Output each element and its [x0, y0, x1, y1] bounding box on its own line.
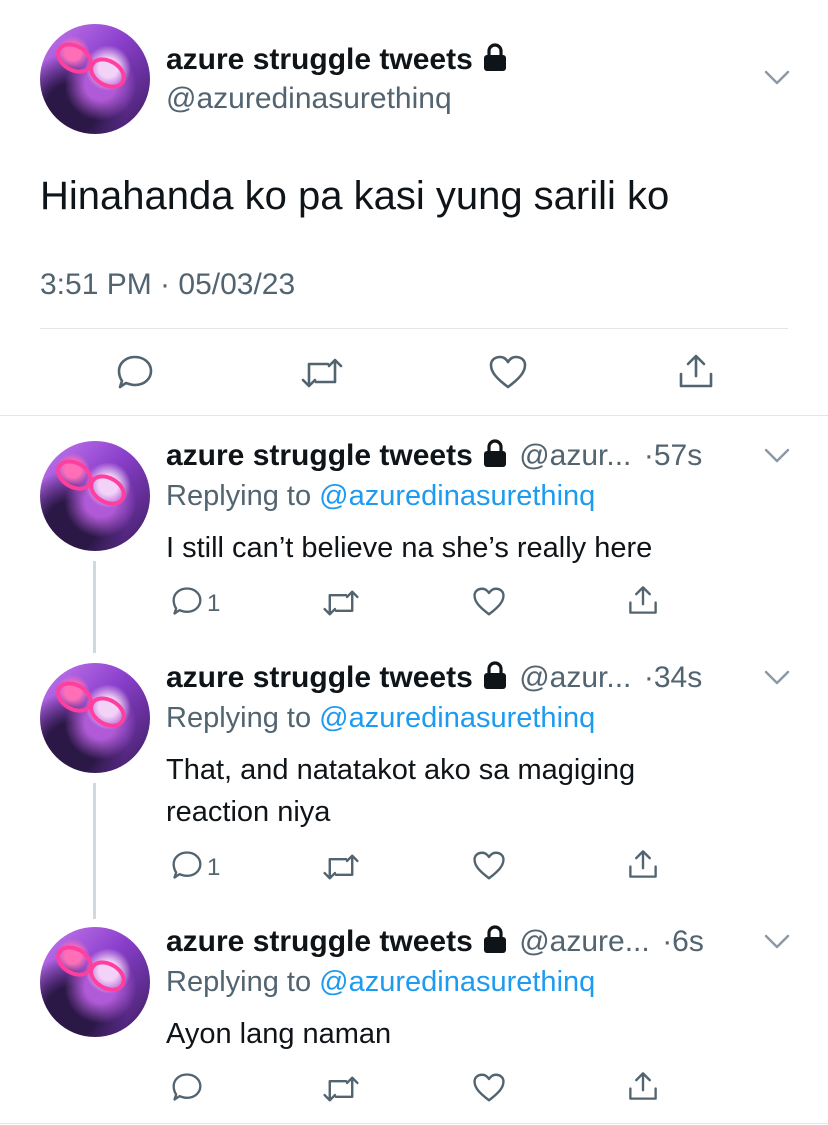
share-button[interactable]: [676, 352, 716, 390]
share-icon: [629, 586, 657, 614]
share-icon: [629, 1072, 657, 1100]
tweet-timestamp[interactable]: 3:51 PM · 05/03/23: [40, 268, 295, 302]
chevron-down-icon[interactable]: [764, 934, 790, 955]
reply-button[interactable]: [116, 354, 154, 390]
speech-bubble-icon: [172, 1073, 202, 1101]
reply-header: azure struggle tweets @azure... ·6s: [166, 924, 704, 959]
lock-icon: [481, 660, 509, 695]
chevron-down-icon[interactable]: [764, 448, 790, 469]
share-icon: [629, 850, 657, 878]
reply-button[interactable]: [171, 850, 203, 880]
reply-header: azure struggle tweets @azur... ·57s: [166, 438, 702, 473]
retweet-button[interactable]: [300, 356, 344, 390]
handle[interactable]: @azur...: [519, 661, 631, 694]
lock-icon: [481, 438, 509, 473]
share-button[interactable]: [626, 584, 660, 616]
thread-connector: [93, 561, 96, 653]
handle[interactable]: @azuredinasurethinq: [166, 82, 452, 116]
reply-button[interactable]: [171, 1072, 203, 1102]
display-name[interactable]: azure struggle tweets: [166, 42, 509, 80]
heart-icon: [473, 1073, 505, 1102]
like-button[interactable]: [472, 850, 506, 881]
share-button[interactable]: [626, 848, 660, 880]
like-button[interactable]: [472, 586, 506, 617]
replying-to: Replying to @azuredinasurethinq: [166, 966, 596, 998]
display-name[interactable]: azure struggle tweets: [166, 661, 473, 694]
speech-bubble-icon: [117, 355, 153, 389]
mention-link[interactable]: @azuredinasurethinq: [319, 966, 595, 998]
speech-bubble-icon: [172, 587, 202, 615]
reply-count: 1: [207, 590, 221, 617]
reply-button[interactable]: [171, 586, 203, 616]
retweet-icon: [301, 358, 343, 388]
relative-time[interactable]: ·6s: [662, 925, 704, 958]
retweet-icon: [323, 1076, 359, 1102]
retweet-button[interactable]: [322, 588, 360, 618]
mention-link[interactable]: @azuredinasurethinq: [319, 480, 595, 512]
replying-to: Replying to @azuredinasurethinq: [166, 702, 596, 734]
share-button[interactable]: [626, 1070, 660, 1102]
reply-text: Ayon lang naman: [166, 1018, 392, 1050]
avatar[interactable]: [40, 927, 150, 1037]
heart-icon: [473, 851, 505, 880]
avatar[interactable]: [40, 663, 150, 773]
thread-connector: [93, 783, 96, 919]
relative-time[interactable]: ·34s: [644, 661, 702, 694]
retweet-button[interactable]: [322, 1074, 360, 1104]
avatar[interactable]: [40, 24, 150, 134]
lock-icon: [481, 924, 509, 959]
mention-link[interactable]: @azuredinasurethinq: [319, 702, 595, 734]
avatar[interactable]: [40, 441, 150, 551]
speech-bubble-icon: [172, 851, 202, 879]
tweet-text: Hinahanda ko pa kasi yung sarili ko: [40, 174, 670, 218]
display-name[interactable]: azure struggle tweets: [166, 439, 473, 472]
section-divider: [0, 415, 828, 416]
reply-header: azure struggle tweets @azur... ·34s: [166, 660, 702, 695]
like-button[interactable]: [472, 1072, 506, 1103]
retweet-button[interactable]: [322, 852, 360, 882]
reply-count: 1: [207, 854, 221, 881]
lock-icon: [481, 42, 509, 80]
heart-icon: [473, 587, 505, 616]
retweet-icon: [323, 590, 359, 616]
handle[interactable]: @azure...: [519, 925, 650, 958]
retweet-icon: [323, 854, 359, 880]
like-button[interactable]: [488, 354, 528, 390]
divider: [40, 328, 788, 329]
display-name[interactable]: azure struggle tweets: [166, 925, 473, 958]
handle[interactable]: @azur...: [519, 439, 631, 472]
reply-text: I still can’t believe na she’s really he…: [166, 532, 653, 564]
replying-to: Replying to @azuredinasurethinq: [166, 480, 596, 512]
share-icon: [679, 354, 713, 388]
relative-time[interactable]: ·57s: [644, 439, 702, 472]
heart-icon: [489, 355, 527, 389]
reply-text: That, and natatakot ako sa magiging reac…: [166, 754, 636, 828]
bottom-divider: [0, 1123, 828, 1124]
chevron-down-icon[interactable]: [764, 670, 790, 691]
chevron-down-icon[interactable]: [764, 70, 790, 91]
